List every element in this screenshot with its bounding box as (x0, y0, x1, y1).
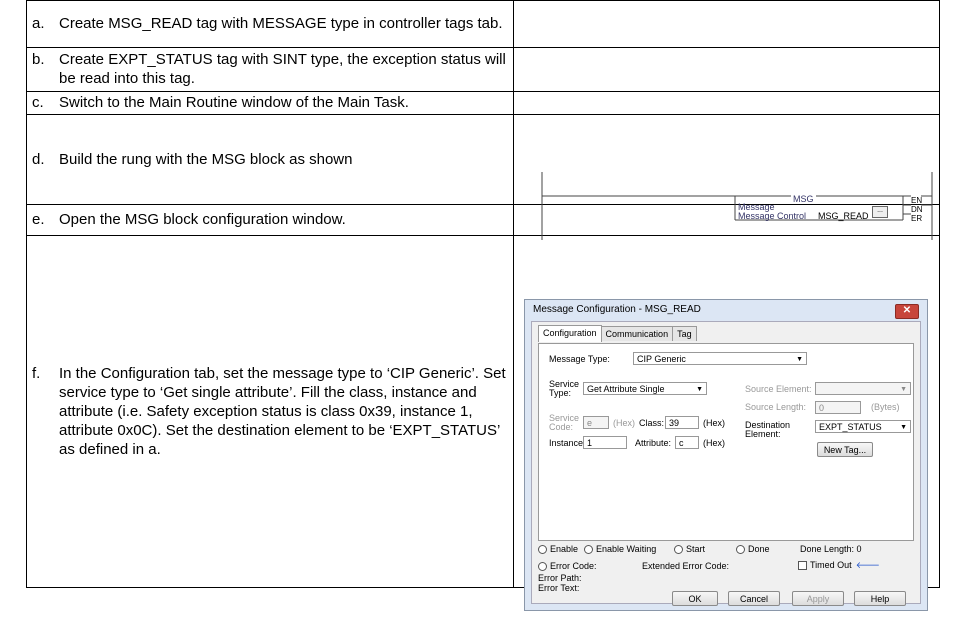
step-text: Create EXPT_STATUS tag with SINT type, t… (59, 51, 506, 87)
done-length: Done Length: 0 (800, 544, 862, 554)
destination-element-select[interactable]: EXPT_STATUS ▼ (815, 420, 911, 433)
extended-error-code: Extended Error Code: (642, 561, 730, 571)
destination-element-label: Destination Element: (745, 420, 791, 439)
msg-block-control-tag: MSG_READ (818, 210, 869, 221)
checkbox-icon (798, 561, 807, 571)
rung-diagram (541, 171, 933, 240)
message-type-value: CIP Generic (637, 354, 686, 364)
tab-strip: Configuration Communication Tag (538, 325, 697, 343)
apply-button[interactable]: Apply (792, 591, 844, 606)
step-figure-cell (513, 91, 940, 115)
step-figure-cell (513, 47, 940, 92)
service-type-value: Get Attribute Single (587, 384, 665, 394)
source-length-field[interactable]: 0 (815, 401, 861, 414)
msg-block-control-label: Message Control (738, 210, 807, 221)
radio-icon (674, 545, 683, 555)
step-label: f. (32, 364, 41, 382)
service-type-label: Service Type: (549, 379, 580, 398)
class-label: Class: (639, 418, 665, 428)
status-enable: Enable (538, 544, 578, 555)
dialog-body: Configuration Communication Tag Message Ty… (531, 321, 921, 606)
attribute-field[interactable]: c (675, 436, 699, 449)
step-row-a: a. Create MSG_READ tag with MESSAGE type … (26, 0, 940, 48)
error-code: Error Code: (538, 561, 597, 572)
bytes-unit: (Bytes) (871, 402, 900, 412)
msg-output-er: ER (911, 213, 923, 223)
dialog-title: Message Configuration - MSG_READ (533, 304, 701, 315)
step-text: Build the rung with the MSG block as sho… (59, 150, 353, 168)
cancel-button[interactable]: Cancel (728, 591, 780, 606)
error-path: Error Path: (538, 573, 582, 583)
help-button[interactable]: Help (854, 591, 906, 606)
new-tag-button[interactable]: New Tag... (817, 442, 873, 457)
step-label: b. (32, 51, 45, 68)
step-label: a. (32, 15, 45, 32)
step-row-d: d. Build the rung with the MSG block as s… (26, 114, 940, 240)
arrow-left-icon: 🡐 (855, 560, 880, 570)
class-field[interactable]: 39 (665, 416, 699, 429)
tab-communication[interactable]: Communication (600, 326, 674, 341)
destination-element-value: EXPT_STATUS (819, 422, 882, 432)
status-enable-waiting: Enable Waiting (584, 544, 656, 555)
radio-icon (538, 562, 547, 572)
message-type-label: Message Type: (549, 354, 610, 364)
radio-icon (584, 545, 593, 555)
radio-icon (736, 545, 745, 555)
radio-icon (538, 545, 547, 555)
hex-unit: (Hex) (613, 418, 635, 428)
ok-button[interactable]: OK (672, 591, 718, 606)
instance-field[interactable]: 1 (583, 436, 627, 449)
close-icon[interactable]: ✕ (895, 304, 919, 319)
service-type-select[interactable]: Get Attribute Single ▼ (583, 382, 707, 395)
tab-tag[interactable]: Tag (672, 326, 697, 341)
hex-unit: (Hex) (703, 418, 725, 428)
step-label: e. (32, 211, 45, 228)
source-element-select[interactable]: ▼ (815, 382, 911, 395)
step-figure-cell (513, 0, 940, 48)
step-row-b: b. Create EXPT_STATUS tag with SINT type,… (26, 47, 940, 92)
dropdown-arrow-icon: ▼ (900, 424, 907, 431)
step-row-c: c. Switch to the Main Routine window of t… (26, 91, 940, 115)
step-label: d. (32, 150, 45, 168)
step-text: Create MSG_READ tag with MESSAGE type in… (59, 15, 503, 32)
rung-figure-cell: MSG Message Message Control MSG_READ ...… (513, 114, 940, 240)
status-done: Done (736, 544, 770, 555)
step-text: Switch to the Main Routine window of the… (59, 94, 409, 111)
dropdown-arrow-icon: ▼ (900, 386, 907, 393)
status-start: Start (674, 544, 705, 555)
msg-block-browse-button[interactable]: ... (872, 205, 888, 218)
step-text: In the Configuration tab, set the messag… (59, 364, 506, 458)
attribute-label: Attribute: (635, 438, 672, 448)
dropdown-arrow-icon: ▼ (796, 356, 803, 363)
dropdown-arrow-icon: ▼ (696, 386, 703, 393)
tab-configuration[interactable]: Configuration (538, 325, 602, 342)
source-element-label: Source Element: (745, 384, 812, 394)
source-length-label: Source Length: (745, 402, 807, 412)
hex-unit: (Hex) (703, 438, 725, 448)
timed-out: Timed Out 🡐 (798, 560, 880, 571)
message-type-select[interactable]: CIP Generic ▼ (633, 352, 807, 365)
configuration-pane: Message Type: CIP Generic ▼ Service Type:… (538, 343, 914, 541)
error-text: Error Text: (538, 583, 580, 593)
instance-label: Instance: (549, 438, 586, 448)
service-code-label: Service Code: (549, 413, 580, 432)
step-label: c. (32, 94, 44, 111)
step-text: Open the MSG block configuration window. (59, 211, 346, 228)
message-configuration-dialog: Message Configuration - MSG_READ ✕ Confi… (524, 299, 928, 611)
service-code-field[interactable]: e (583, 416, 609, 429)
